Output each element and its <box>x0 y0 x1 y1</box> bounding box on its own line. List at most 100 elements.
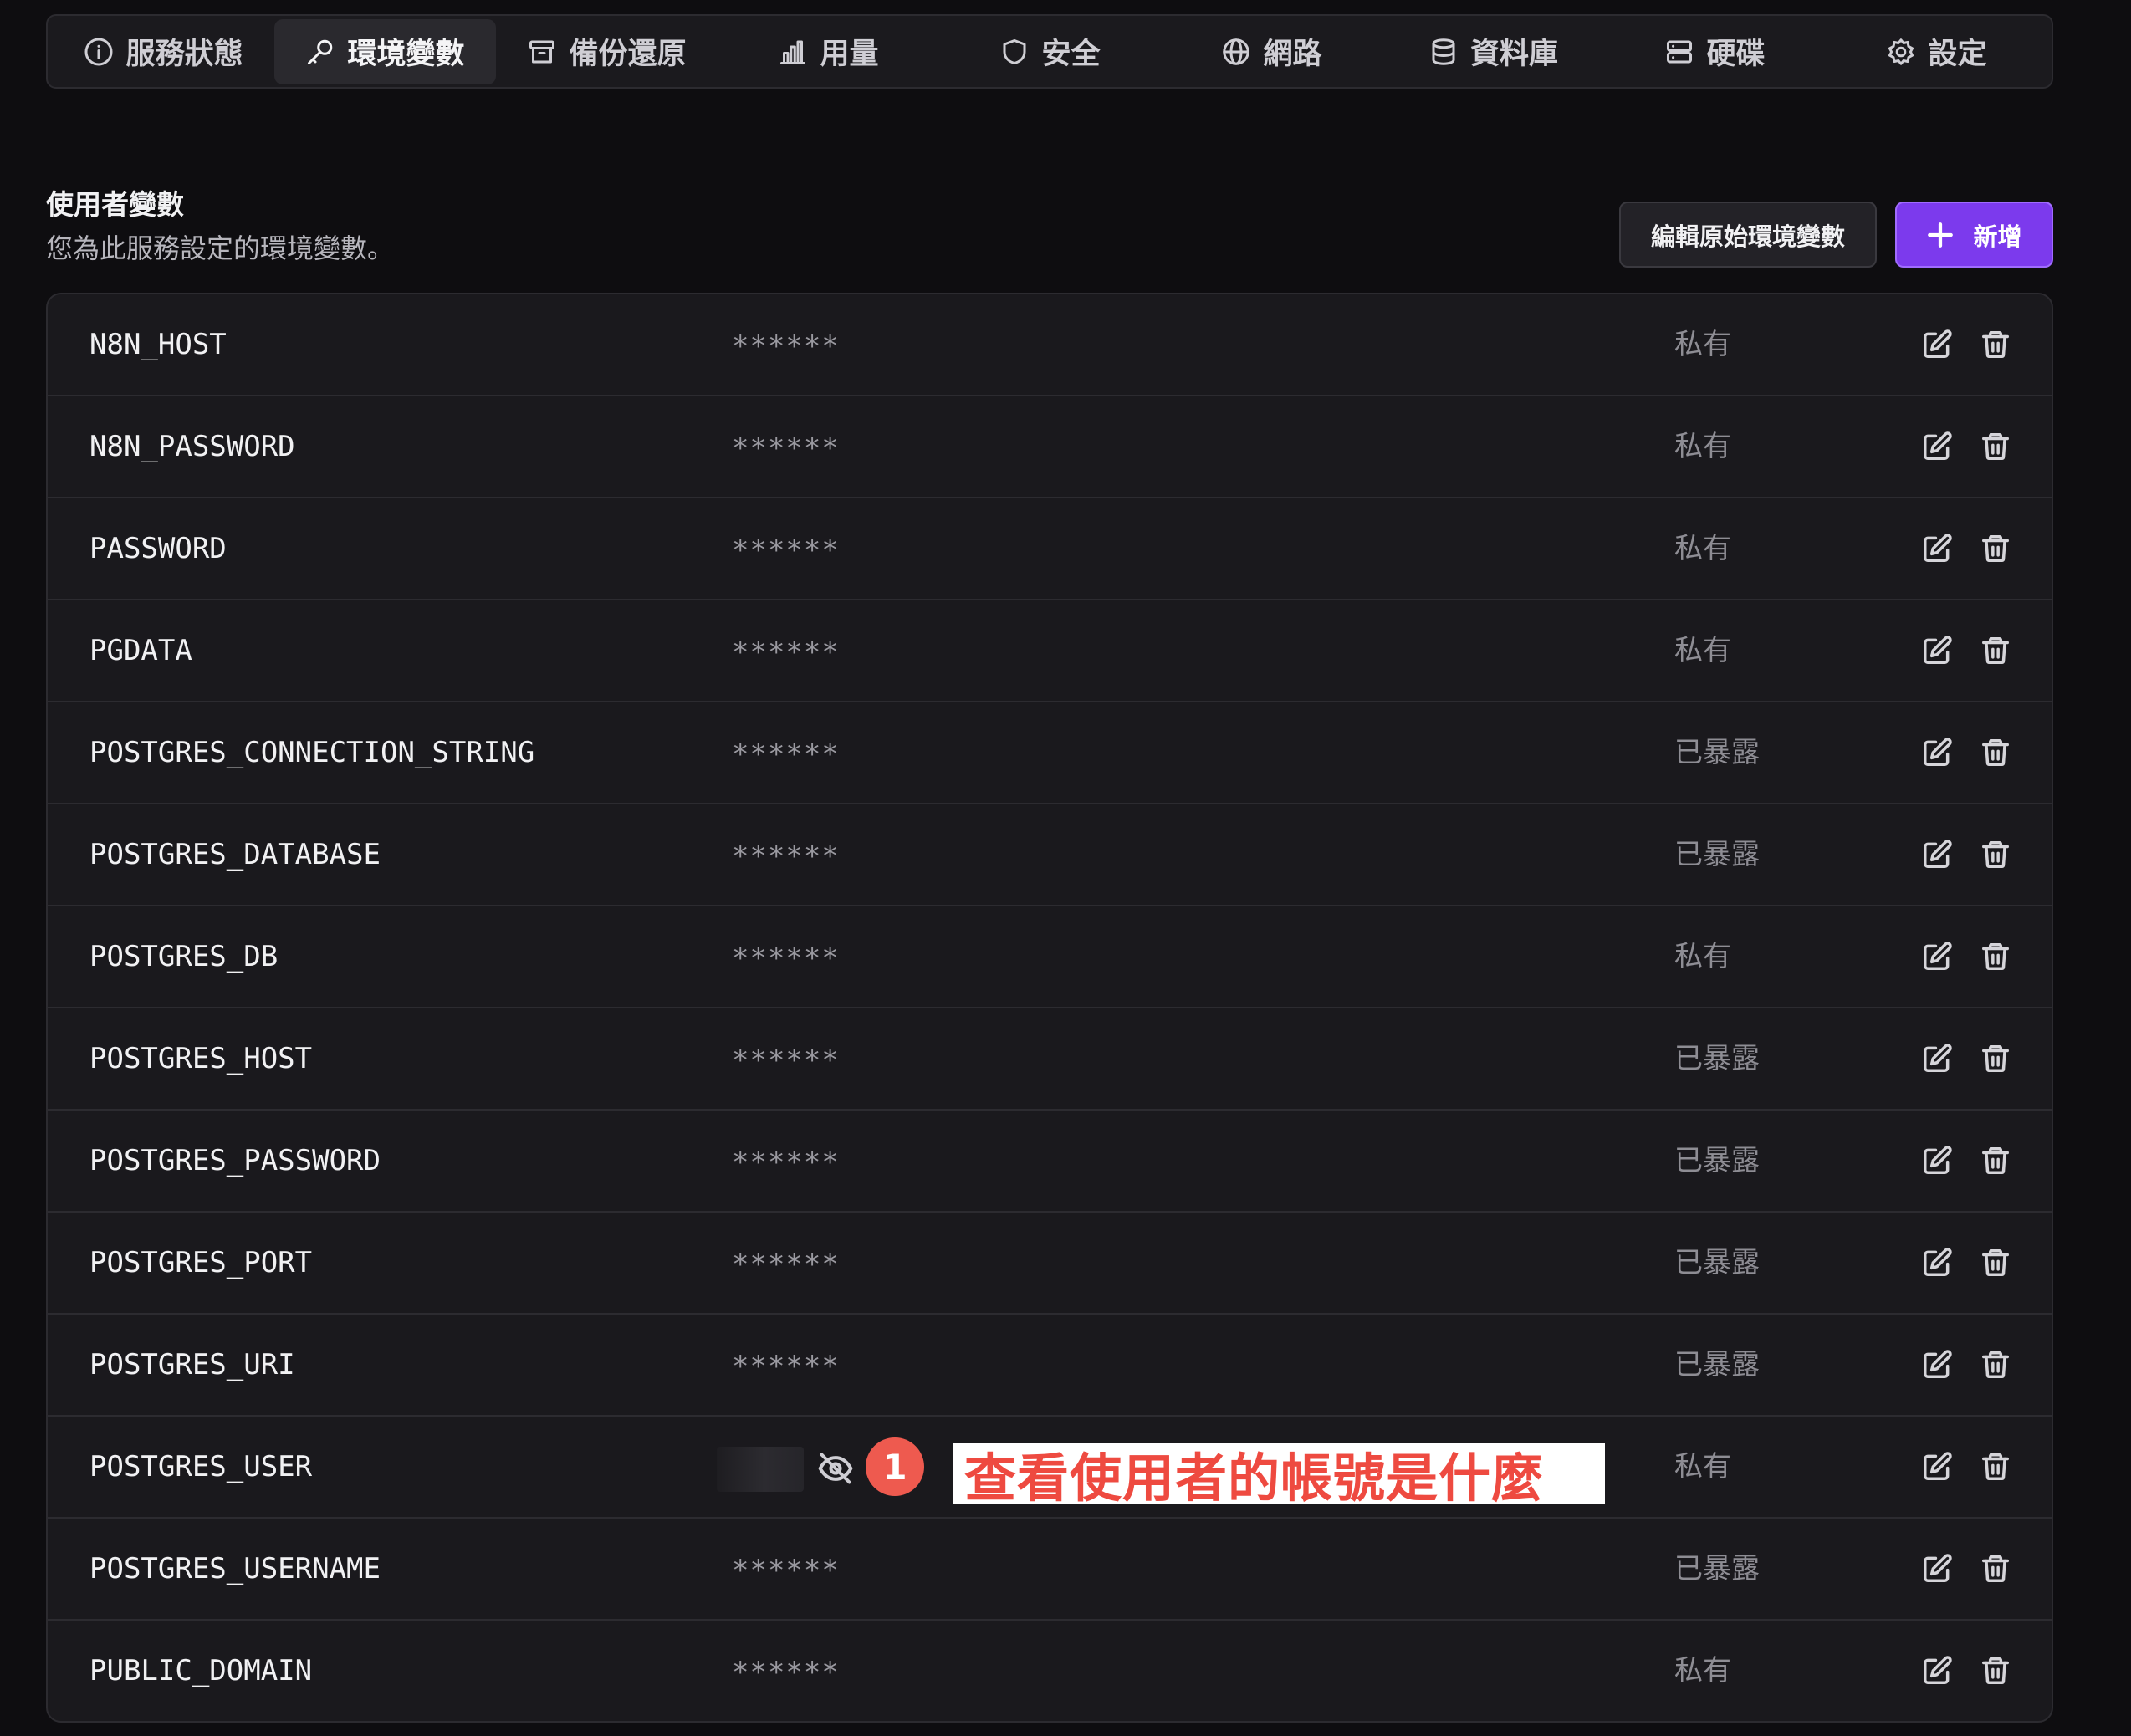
variable-value-masked[interactable]: ****** <box>732 600 840 701</box>
trash-icon <box>1982 637 2009 664</box>
variable-name[interactable]: POSTGRES_URI <box>89 1315 295 1415</box>
delete-variable-button[interactable] <box>1980 1553 2011 1585</box>
trash-icon <box>1982 1147 2009 1174</box>
trash-icon <box>1982 1657 2009 1684</box>
tab-database[interactable]: 資料庫 <box>1382 19 1604 84</box>
edit-variable-button[interactable] <box>1921 1043 1953 1075</box>
variable-name[interactable]: POSTGRES_USER <box>89 1417 312 1517</box>
tab-usage[interactable]: 用量 <box>718 19 939 84</box>
tab-backup-restore[interactable]: 備份還原 <box>496 19 718 84</box>
trash-icon <box>1982 739 2009 766</box>
variable-visibility: 私有 <box>1674 634 1731 667</box>
edit-raw-env-button[interactable]: 編輯原始環境變數 <box>1619 202 1877 268</box>
delete-variable-button[interactable] <box>1980 533 2011 564</box>
delete-variable-button[interactable] <box>1980 329 2011 360</box>
edit-variable-button[interactable] <box>1921 1145 1953 1177</box>
hide-value-toggle[interactable] <box>817 1450 854 1487</box>
delete-variable-button[interactable] <box>1980 1655 2011 1687</box>
variable-name[interactable]: POSTGRES_PORT <box>89 1213 312 1313</box>
env-variable-row: POSTGRES_DB ****** 私有 <box>48 906 2052 1008</box>
trash-icon <box>1982 535 2009 562</box>
variable-value-masked[interactable]: ****** <box>732 294 840 395</box>
database-icon <box>1432 38 1455 65</box>
variable-visibility: 私有 <box>1674 532 1731 565</box>
edit-variable-button[interactable] <box>1921 1451 1953 1483</box>
edit-variable-button[interactable] <box>1921 1553 1953 1585</box>
variable-value-masked[interactable]: ****** <box>732 804 840 905</box>
trash-icon <box>1982 1453 2009 1480</box>
delete-variable-button[interactable] <box>1980 941 2011 973</box>
delete-variable-button[interactable] <box>1980 1247 2011 1279</box>
variable-name[interactable]: N8N_HOST <box>89 294 227 395</box>
variable-value-masked[interactable]: ****** <box>732 1315 840 1415</box>
edit-variable-button[interactable] <box>1921 1349 1953 1381</box>
env-variable-row: N8N_PASSWORD ****** 私有 <box>48 396 2052 498</box>
tab-label: 備份還原 <box>569 38 687 71</box>
variable-value-masked[interactable]: ****** <box>732 396 840 497</box>
variable-visibility: 已暴露 <box>1674 838 1760 871</box>
variable-value-masked[interactable]: ****** <box>732 1519 840 1619</box>
variable-value-masked[interactable]: ****** <box>732 1213 840 1313</box>
variable-name[interactable]: POSTGRES_DB <box>89 906 278 1007</box>
tab-network[interactable]: 網路 <box>1161 19 1382 84</box>
env-variables-page: 服務狀態 環境變數 備份還原 用量 安全 網路 資料庫 硬碟 設定 使用者變數 … <box>0 0 2131 1736</box>
env-variable-row: POSTGRES_CONNECTION_STRING ****** 已暴露 <box>48 702 2052 804</box>
trash-icon <box>1982 841 2009 868</box>
edit-variable-button[interactable] <box>1921 1247 1953 1279</box>
env-variable-row: PUBLIC_DOMAIN ****** 私有 <box>48 1621 2052 1721</box>
delete-variable-button[interactable] <box>1980 1349 2011 1381</box>
variable-name[interactable]: POSTGRES_DATABASE <box>89 804 381 905</box>
delete-variable-button[interactable] <box>1980 1043 2011 1075</box>
variable-value-masked[interactable]: ****** <box>732 1111 840 1211</box>
edit-variable-button[interactable] <box>1921 533 1953 564</box>
variable-value-masked[interactable]: ****** <box>732 498 840 599</box>
edit-variable-button[interactable] <box>1921 737 1953 768</box>
variable-name[interactable]: POSTGRES_HOST <box>89 1008 312 1109</box>
delete-variable-button[interactable] <box>1980 431 2011 462</box>
variable-name[interactable]: PUBLIC_DOMAIN <box>89 1621 312 1721</box>
delete-variable-button[interactable] <box>1980 737 2011 768</box>
tab-disk[interactable]: 硬碟 <box>1604 19 1826 84</box>
edit-raw-env-label: 編輯原始環境變數 <box>1650 222 1845 251</box>
variable-value-masked[interactable]: ****** <box>732 702 840 803</box>
revealed-value-redacted[interactable] <box>717 1447 804 1492</box>
archive-icon <box>529 40 555 63</box>
variables-table: N8N_HOST ****** 私有 N8N_PASSWORD ****** 私有 PASS… <box>46 293 2053 1723</box>
section-description: 您為此服務設定的環境變數。 <box>46 232 395 264</box>
tab-label: 服務狀態 <box>125 38 243 71</box>
variable-name[interactable]: POSTGRES_USERNAME <box>89 1519 381 1619</box>
variable-visibility: 私有 <box>1674 1654 1731 1687</box>
edit-variable-button[interactable] <box>1921 329 1953 360</box>
tab-security[interactable]: 安全 <box>939 19 1161 84</box>
delete-variable-button[interactable] <box>1980 635 2011 666</box>
variable-visibility: 已暴露 <box>1674 1042 1760 1075</box>
variable-name[interactable]: N8N_PASSWORD <box>89 396 295 497</box>
edit-icon <box>1924 1350 1952 1378</box>
tab-label: 網路 <box>1263 38 1322 71</box>
edit-variable-button[interactable] <box>1921 1655 1953 1687</box>
env-variable-row: PGDATA ****** 私有 <box>48 600 2052 702</box>
delete-variable-button[interactable] <box>1980 1145 2011 1177</box>
variable-name[interactable]: PASSWORD <box>89 498 227 599</box>
tab-label: 資料庫 <box>1469 38 1558 71</box>
add-variable-button[interactable]: 新增 <box>1895 202 2053 268</box>
tab-settings[interactable]: 設定 <box>1826 19 2047 84</box>
plus-icon <box>1928 222 1954 248</box>
edit-variable-button[interactable] <box>1921 635 1953 666</box>
shield-icon <box>1003 38 1026 64</box>
variable-name[interactable]: PGDATA <box>89 600 192 701</box>
edit-variable-button[interactable] <box>1921 431 1953 462</box>
delete-variable-button[interactable] <box>1980 839 2011 871</box>
trash-icon <box>1982 943 2009 970</box>
service-tab-bar: 服務狀態 環境變數 備份還原 用量 安全 網路 資料庫 硬碟 設定 <box>46 14 2053 89</box>
variable-value-masked[interactable]: ****** <box>732 906 840 1007</box>
edit-variable-button[interactable] <box>1921 941 1953 973</box>
variable-name[interactable]: POSTGRES_PASSWORD <box>89 1111 381 1211</box>
tab-service-status[interactable]: 服務狀態 <box>53 19 274 84</box>
variable-value-masked[interactable]: ****** <box>732 1621 840 1721</box>
tab-env-variables[interactable]: 環境變數 <box>274 18 496 84</box>
delete-variable-button[interactable] <box>1980 1451 2011 1483</box>
edit-variable-button[interactable] <box>1921 839 1953 871</box>
variable-value-masked[interactable]: ****** <box>732 1008 840 1109</box>
variable-name[interactable]: POSTGRES_CONNECTION_STRING <box>89 702 534 803</box>
